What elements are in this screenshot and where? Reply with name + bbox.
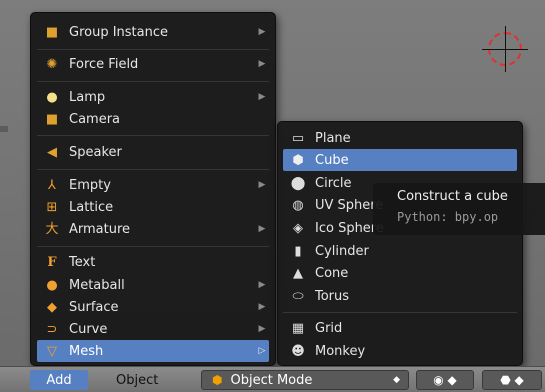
tooltip-python: Python: bpy.op	[397, 210, 499, 224]
add-menu: ■ Group Instance ▶ ✺ Force Field ▶ ● Lam…	[30, 12, 276, 366]
menu-separator	[37, 169, 269, 170]
submenu-item-grid[interactable]: ▦ Grid	[283, 317, 517, 339]
menu-item-label: Cube	[315, 152, 349, 168]
camera-icon: ■	[45, 111, 59, 127]
menu-item-label: Lattice	[69, 199, 114, 215]
submenu-item-cylinder[interactable]: ▮ Cylinder	[283, 240, 517, 262]
object-mode-cube-icon: ⬢	[212, 373, 223, 387]
menu-item-label: Surface	[69, 299, 119, 315]
ico-sphere-icon: ◈	[293, 220, 303, 236]
viewport-shading-selector[interactable]: ◉ ◆	[416, 370, 474, 390]
menu-item-metaball[interactable]: ● Metaball ▶	[37, 274, 269, 296]
menu-item-label: Cylinder	[315, 243, 369, 259]
mesh-submenu: ▭ Plane ⬢ Cube ⬤ Circle ◍ UV Sphere ◈ Ic…	[277, 121, 523, 366]
empty-icon: ⅄	[48, 177, 56, 193]
mode-label: Object Mode	[230, 372, 313, 388]
menu-item-label: Empty	[69, 177, 111, 193]
menu-item-label: Armature	[69, 221, 131, 237]
menu-item-camera[interactable]: ■ Camera	[37, 108, 269, 130]
menu-item-label: Grid	[315, 320, 343, 336]
menu-item-lamp[interactable]: ● Lamp ▶	[37, 86, 269, 108]
shading-sphere-icon: ◉ ◆	[433, 373, 457, 387]
menu-item-label: Lamp	[69, 89, 106, 105]
submenu-item-monkey[interactable]: ☻ Monkey	[283, 340, 517, 362]
submenu-arrow-icon: ▷	[258, 346, 266, 356]
torus-icon: ⬭	[292, 288, 304, 304]
cylinder-icon: ▮	[294, 243, 302, 259]
add-menu-button[interactable]: Add	[30, 370, 88, 390]
menu-item-force-field[interactable]: ✺ Force Field ▶	[37, 53, 269, 75]
menu-item-label: Cone	[315, 265, 349, 281]
cube-icon: ⬢	[292, 152, 304, 168]
pivot-point-selector[interactable]: ⬣ ◆	[482, 370, 542, 390]
mesh-icon: ▽	[47, 343, 57, 359]
uv-sphere-icon: ◍	[292, 197, 304, 213]
object-menu-button[interactable]: Object	[116, 370, 158, 390]
menu-item-curve[interactable]: ⊃ Curve ▶	[37, 318, 269, 340]
tooltip-title: Construct a cube	[397, 189, 508, 204]
menu-separator	[283, 312, 517, 313]
viewport-header: Add Object ⬢ Object Mode ◆ ◉ ◆ ⬣ ◆	[0, 366, 545, 392]
3d-cursor-icon	[482, 26, 528, 72]
menu-item-label: Camera	[69, 111, 121, 127]
region-divider[interactable]	[0, 126, 8, 132]
grid-icon: ▦	[291, 320, 305, 336]
menu-item-label: Mesh	[69, 343, 104, 359]
menu-item-speaker[interactable]: ◀ Speaker	[37, 141, 269, 163]
lattice-icon: ⊞	[46, 199, 58, 215]
submenu-arrow-icon: ▶	[258, 180, 266, 190]
curve-icon: ⊃	[46, 321, 58, 337]
force-field-icon: ✺	[46, 56, 58, 72]
menu-item-label: Group Instance	[69, 24, 169, 40]
up-down-arrows-icon: ◆	[393, 375, 400, 385]
menu-item-label: Text	[69, 254, 96, 270]
submenu-item-plane[interactable]: ▭ Plane	[283, 127, 517, 149]
menu-item-text[interactable]: F Text	[37, 251, 269, 273]
menu-item-label: Force Field	[69, 56, 139, 72]
submenu-arrow-icon: ▶	[258, 302, 266, 312]
submenu-arrow-icon: ▶	[258, 324, 266, 334]
monkey-icon: ☻	[291, 343, 305, 359]
surface-icon: ◆	[47, 299, 57, 315]
speaker-icon: ◀	[47, 144, 57, 160]
menu-item-surface[interactable]: ◆ Surface ▶	[37, 296, 269, 318]
menu-item-mesh[interactable]: ▽ Mesh ▷	[37, 340, 269, 362]
tooltip: Construct a cube Python: bpy.op	[373, 183, 545, 235]
mode-selector[interactable]: ⬢ Object Mode ◆	[201, 370, 409, 390]
submenu-item-cone[interactable]: ▲ Cone	[283, 262, 517, 284]
menu-separator	[37, 135, 269, 136]
cone-icon: ▲	[293, 265, 303, 281]
submenu-arrow-icon: ▶	[258, 27, 266, 37]
group-instance-icon: ■	[45, 24, 59, 40]
menu-separator	[37, 81, 269, 82]
menu-item-label: Plane	[315, 130, 351, 146]
submenu-arrow-icon: ▶	[258, 92, 266, 102]
menu-item-label: Monkey	[315, 343, 366, 359]
lamp-icon: ●	[46, 89, 58, 105]
menu-item-label: Torus	[315, 288, 350, 304]
submenu-item-torus[interactable]: ⬭ Torus	[283, 285, 517, 307]
menu-item-lattice[interactable]: ⊞ Lattice	[37, 196, 269, 218]
submenu-item-cube[interactable]: ⬢ Cube	[283, 149, 517, 171]
submenu-arrow-icon: ▶	[258, 59, 266, 69]
menu-separator	[37, 49, 269, 50]
menu-item-empty[interactable]: ⅄ Empty ▶	[37, 174, 269, 196]
circle-icon: ⬤	[290, 175, 306, 191]
metaball-icon: ●	[46, 277, 58, 293]
menu-item-group-instance[interactable]: ■ Group Instance ▶	[37, 21, 269, 43]
menu-item-label: Speaker	[69, 144, 122, 160]
menu-item-label: Metaball	[69, 277, 125, 293]
plane-icon: ▭	[291, 130, 305, 146]
menu-item-label: Curve	[69, 321, 108, 337]
submenu-arrow-icon: ▶	[258, 224, 266, 234]
menu-item-armature[interactable]: 大 Armature ▶	[37, 218, 269, 240]
menu-separator	[37, 246, 269, 247]
submenu-arrow-icon: ▶	[258, 280, 266, 290]
pivot-icon: ⬣ ◆	[500, 373, 524, 387]
armature-icon: 大	[45, 221, 59, 237]
text-icon: F	[47, 254, 57, 270]
